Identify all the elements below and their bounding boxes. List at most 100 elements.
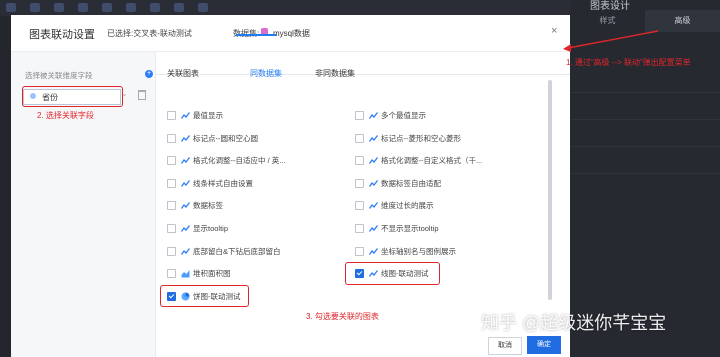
line-chart-icon — [180, 247, 191, 256]
area-chart-icon — [181, 269, 190, 278]
tab-same-dataset[interactable]: 同数据集 — [250, 68, 282, 79]
annotation-note-advanced: 1. 通过“高级 --> 联动”弹出配置菜单 — [566, 58, 691, 67]
chart-item-label: 标记点--菱形和空心菱形 — [381, 133, 461, 143]
chart-list-item[interactable]: 不显示显示tooltip — [355, 222, 439, 234]
chart-item-label: 格式化调整--自适应中 / 英... — [193, 155, 286, 165]
toolbar-icon[interactable] — [174, 3, 184, 12]
chart-checkbox[interactable] — [355, 223, 364, 233]
line-chart-icon — [180, 179, 191, 188]
left-dark-strip — [0, 16, 11, 357]
chart-item-label: 维度过长的展示 — [381, 200, 434, 210]
toolbar-icon[interactable] — [198, 3, 208, 12]
chart-checkbox[interactable] — [167, 246, 176, 256]
add-field-icon[interactable]: + — [145, 70, 153, 78]
close-icon[interactable]: × — [551, 25, 557, 37]
annotation-note-charts: 3. 勾选要关联的图表 — [306, 312, 379, 321]
panel-row — [570, 161, 720, 174]
line-chart-icon — [368, 111, 379, 120]
chart-item-label: 最值显示 — [193, 110, 223, 120]
panel-row — [570, 107, 720, 120]
annotation-box-field — [22, 86, 123, 107]
chart-list-item[interactable]: 多个最值显示 — [355, 109, 426, 121]
chart-item-label: 线条样式自由设置 — [193, 178, 253, 188]
chart-checkbox[interactable] — [167, 155, 176, 165]
chart-checkbox[interactable] — [167, 268, 176, 278]
line-chart-icon — [180, 201, 191, 210]
scrollbar-thumb[interactable] — [548, 80, 552, 300]
chart-item-label: 格式化调整--自定义格式（千... — [381, 155, 483, 165]
chart-checkbox[interactable] — [167, 110, 176, 120]
chart-item-label: 堆积面积图 — [193, 268, 231, 278]
chart-item-label: 多个最值显示 — [381, 110, 426, 120]
line-chart-icon — [180, 134, 191, 143]
chart-list-item[interactable]: 格式化调整--自适应中 / 英... — [167, 154, 286, 166]
chart-checkbox[interactable] — [355, 133, 364, 143]
dataset-name: mysql数据 — [273, 29, 310, 38]
chart-tabs: 关联图表 同数据集 非同数据集 — [155, 52, 570, 78]
chart-item-label: 坐标轴别名与图例展示 — [381, 246, 456, 256]
line-chart-icon — [180, 224, 191, 233]
chart-list-item[interactable]: 数据标签 — [167, 199, 223, 211]
chart-checkbox[interactable] — [355, 246, 364, 256]
chart-checkbox[interactable] — [355, 110, 364, 120]
chart-item-label: 底部留白&下钻后底部留白 — [193, 246, 281, 256]
chart-item-label: 不显示显示tooltip — [381, 223, 439, 233]
chart-item-label: 标记点--圆和空心圆 — [193, 133, 258, 143]
chart-checkbox[interactable] — [355, 155, 364, 165]
ok-button[interactable]: 确定 — [527, 336, 561, 354]
line-chart-icon — [368, 224, 379, 233]
chart-item-label: 数据标签自由适配 — [381, 178, 441, 188]
line-chart-icon — [368, 201, 379, 210]
line-chart-icon — [368, 134, 379, 143]
panel-row — [570, 80, 720, 93]
annotation-note-field: 2. 选择关联字段 — [37, 111, 94, 120]
chart-list-item[interactable]: 堆积面积图 — [167, 267, 231, 279]
chart-item-label: 显示tooltip — [193, 223, 229, 233]
design-panel-rows — [570, 80, 720, 188]
chart-list-item[interactable]: 标记点--圆和空心圆 — [167, 132, 258, 144]
selected-chart-label: 已选择:交叉表-联动测试 — [107, 29, 192, 38]
line-chart-icon — [180, 111, 191, 120]
toolbar-icon[interactable] — [78, 3, 88, 12]
chart-list-item[interactable]: 线条样式自由设置 — [167, 177, 253, 189]
delete-icon[interactable] — [138, 90, 146, 100]
toolbar-icon[interactable] — [6, 3, 16, 12]
linkage-settings-dialog: 图表联动设置 已选择:交叉表-联动测试 数据集: mysql数据 × 选择被关联… — [11, 15, 570, 357]
dimension-field-heading: 选择被关联维度字段 — [25, 71, 93, 80]
active-tab-indicator — [236, 34, 276, 36]
chart-checkbox[interactable] — [167, 178, 176, 188]
chart-list-item[interactable]: 数据标签自由适配 — [355, 177, 441, 189]
line-chart-icon — [180, 156, 191, 165]
toolbar-icon[interactable] — [126, 3, 136, 12]
chart-list-item[interactable]: 维度过长的展示 — [355, 199, 434, 211]
annotation-box-pie — [160, 285, 249, 307]
toolbar-icon[interactable] — [102, 3, 112, 12]
line-chart-icon — [368, 179, 379, 188]
chart-checkbox[interactable] — [355, 178, 364, 188]
toolbar-icon[interactable] — [150, 3, 160, 12]
chart-item-label: 数据标签 — [193, 200, 223, 210]
tab-linked-charts[interactable]: 关联图表 — [167, 68, 199, 79]
chart-list-item[interactable]: 标记点--菱形和空心菱形 — [355, 132, 461, 144]
chart-checkbox[interactable] — [167, 200, 176, 210]
annotation-box-line — [345, 262, 440, 285]
tab-other-dataset[interactable]: 非同数据集 — [315, 68, 355, 79]
chart-list-item[interactable]: 最值显示 — [167, 109, 223, 121]
chart-checkbox[interactable] — [355, 200, 364, 210]
cancel-button[interactable]: 取消 — [488, 337, 522, 355]
toolbar-icons — [6, 3, 208, 12]
chart-list-item[interactable]: 坐标轴别名与图例展示 — [355, 245, 456, 257]
toolbar-icon[interactable] — [30, 3, 40, 12]
watermark: 知乎 @超级迷你芊宝宝 — [481, 313, 667, 333]
annotation-arrow — [563, 30, 659, 52]
dialog-header: 图表联动设置 已选择:交叉表-联动测试 数据集: mysql数据 × — [11, 15, 570, 52]
chart-list-item[interactable]: 显示tooltip — [167, 222, 228, 234]
toolbar-icon[interactable] — [54, 3, 64, 12]
chart-list-item[interactable]: 格式化调整--自定义格式（千... — [355, 154, 482, 166]
chart-checkbox[interactable] — [167, 223, 176, 233]
line-chart-icon — [368, 247, 379, 256]
chart-list-item[interactable]: 底部留白&下钻后底部留白 — [167, 245, 281, 257]
chart-checkbox[interactable] — [167, 133, 176, 143]
panel-row — [570, 134, 720, 147]
line-chart-icon — [368, 156, 379, 165]
